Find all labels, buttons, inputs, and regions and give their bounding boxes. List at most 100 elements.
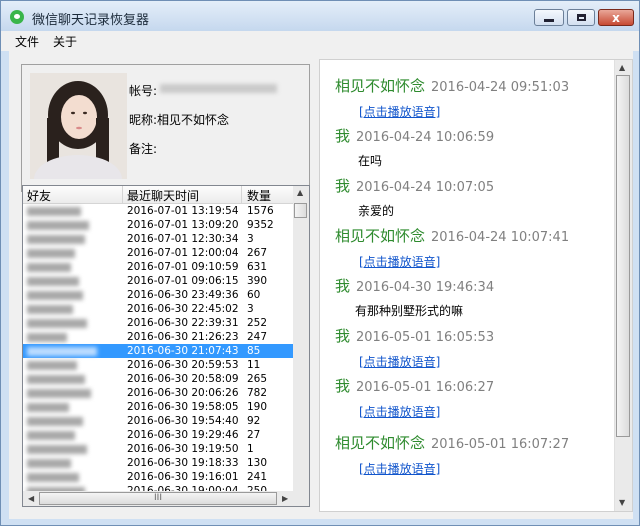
- maximize-button[interactable]: [567, 9, 595, 26]
- maximize-icon: [576, 14, 586, 21]
- friend-row[interactable]: 2016-06-30 22:39:31 252: [23, 316, 293, 330]
- friend-row[interactable]: 2016-07-01 13:09:20 9352: [23, 218, 293, 232]
- title-bar: 微信聊天记录恢复器 x: [1, 1, 639, 31]
- message-sender: 我: [335, 327, 351, 345]
- friend-row[interactable]: 2016-07-01 09:10:59 631: [23, 260, 293, 274]
- play-voice-link[interactable]: [点击播放语音]: [359, 403, 440, 420]
- friend-row[interactable]: 2016-06-30 21:26:23 247: [23, 330, 293, 344]
- account-id-blurred: [160, 84, 277, 93]
- friends-vertical-scrollbar[interactable]: ▲: [293, 186, 309, 491]
- friend-row[interactable]: 2016-06-30 20:59:53 11: [23, 358, 293, 372]
- scroll-thumb[interactable]: [616, 75, 630, 437]
- friend-name-blurred: [27, 333, 67, 342]
- scroll-up-icon[interactable]: ▲: [619, 63, 625, 72]
- scroll-down-icon[interactable]: ▼: [619, 498, 625, 507]
- friend-last-chat-time: 2016-06-30 22:39:31: [127, 317, 239, 329]
- friend-last-chat-time: 2016-06-30 20:59:53: [127, 359, 239, 371]
- scroll-right-icon[interactable]: ▶: [282, 494, 288, 503]
- play-voice-link[interactable]: [点击播放语音]: [359, 460, 440, 477]
- friend-last-chat-time: 2016-07-01 13:19:54: [127, 205, 239, 217]
- friend-message-count: 27: [247, 429, 261, 441]
- friend-row[interactable]: 2016-07-01 13:19:54 1576: [23, 204, 293, 218]
- friend-message-count: 241: [247, 471, 268, 483]
- friend-message-count: 267: [247, 247, 268, 259]
- minimize-button[interactable]: [534, 9, 564, 26]
- scroll-thumb[interactable]: [294, 203, 307, 218]
- friend-message-count: 60: [247, 289, 261, 301]
- friend-message-count: 9352: [247, 219, 274, 231]
- chat-scrollbar[interactable]: ▲ ▼: [614, 60, 632, 511]
- nickname-value: 相见不如怀念: [157, 113, 230, 127]
- message-sender: 我: [335, 177, 351, 195]
- column-divider[interactable]: [122, 186, 123, 203]
- friend-last-chat-time: 2016-06-30 21:26:23: [127, 331, 239, 343]
- friend-row[interactable]: 2016-06-30 20:58:09 265: [23, 372, 293, 386]
- friend-row[interactable]: 2016-06-30 19:16:01 241: [23, 470, 293, 484]
- main-area: 帐号: 昵称:相见不如怀念 备注: 好友 最近聊天时间 数量 2016-07-0…: [9, 51, 633, 519]
- friend-row[interactable]: 2016-07-01 09:06:15 390: [23, 274, 293, 288]
- friend-row[interactable]: 2016-06-30 23:49:36 60: [23, 288, 293, 302]
- nickname-label: 昵称:: [129, 113, 158, 127]
- friend-row[interactable]: 2016-06-30 19:54:40 92: [23, 414, 293, 428]
- friend-message-count: 85: [247, 345, 261, 357]
- message-sender: 相见不如怀念: [335, 77, 426, 95]
- friend-last-chat-time: 2016-06-30 19:19:50: [127, 443, 239, 455]
- friend-last-chat-time: 2016-06-30 19:16:01: [127, 471, 239, 483]
- friends-list[interactable]: 好友 最近聊天时间 数量 2016-07-01 13:19:54 1576 2016…: [22, 185, 310, 507]
- friend-row[interactable]: 2016-07-01 12:30:34 3: [23, 232, 293, 246]
- friend-row[interactable]: 2016-06-30 22:45:02 3: [23, 302, 293, 316]
- friend-name-blurred: [27, 249, 75, 258]
- message-header: 相见不如怀念 2016-05-01 16:07:27: [335, 432, 569, 453]
- play-voice-link[interactable]: [点击播放语音]: [359, 103, 440, 120]
- friend-row[interactable]: 2016-06-30 19:18:33 130: [23, 456, 293, 470]
- friend-row[interactable]: 2016-06-30 19:19:50 1: [23, 442, 293, 456]
- scroll-up-icon[interactable]: ▲: [297, 188, 303, 197]
- message-sender: 我: [335, 277, 351, 295]
- menu-about[interactable]: 关于: [53, 33, 77, 50]
- column-divider[interactable]: [241, 186, 242, 203]
- friend-last-chat-time: 2016-07-01 09:10:59: [127, 261, 239, 273]
- friend-name-blurred: [27, 417, 83, 426]
- friend-row[interactable]: 2016-06-30 19:29:46 27: [23, 428, 293, 442]
- message-timestamp: 2016-05-01 16:07:27: [431, 437, 570, 452]
- friend-name-blurred: [27, 319, 87, 328]
- friend-name-blurred: [27, 431, 75, 440]
- message-timestamp: 2016-05-01 16:05:53: [356, 330, 495, 345]
- play-voice-link[interactable]: [点击播放语音]: [359, 253, 440, 270]
- friends-horizontal-scrollbar[interactable]: ◀ III ▶: [23, 491, 309, 506]
- message-timestamp: 2016-04-30 19:46:34: [356, 280, 495, 295]
- message-header: 我 2016-04-30 19:46:34: [335, 275, 494, 296]
- menu-file[interactable]: 文件: [15, 33, 39, 50]
- play-voice-link[interactable]: [点击播放语音]: [359, 353, 440, 370]
- message-timestamp: 2016-05-01 16:06:27: [356, 380, 495, 395]
- friend-row[interactable]: 2016-06-30 19:58:05 190: [23, 400, 293, 414]
- column-header-friend[interactable]: 好友: [27, 187, 51, 204]
- profile-panel: 帐号: 昵称:相见不如怀念 备注:: [21, 64, 310, 192]
- friend-name-blurred: [27, 207, 81, 216]
- friend-last-chat-time: 2016-06-30 21:07:43: [127, 345, 239, 357]
- friend-message-count: 631: [247, 261, 268, 273]
- column-header-last-chat-time[interactable]: 最近聊天时间: [127, 187, 199, 204]
- friend-name-blurred: [27, 403, 69, 412]
- scroll-left-icon[interactable]: ◀: [28, 494, 34, 503]
- friend-row[interactable]: 2016-07-01 12:00:04 267: [23, 246, 293, 260]
- app-window: 微信聊天记录恢复器 x 文件 关于 帐号: 昵称:相见不如怀念 备注: 好友 最…: [0, 0, 640, 526]
- friend-last-chat-time: 2016-06-30 19:58:05: [127, 401, 239, 413]
- column-header-count[interactable]: 数量: [247, 187, 271, 204]
- remark-label: 备注:: [129, 142, 158, 156]
- friend-name-blurred: [27, 389, 91, 398]
- wechat-app-icon: [10, 10, 24, 24]
- friend-row-selected[interactable]: 2016-06-30 21:07:43 85: [23, 344, 293, 358]
- avatar-photo: [30, 73, 127, 179]
- window-title: 微信聊天记录恢复器: [32, 13, 150, 28]
- message-header: 我 2016-04-24 10:07:05: [335, 175, 494, 196]
- friend-last-chat-time: 2016-07-01 12:00:04: [127, 247, 239, 259]
- friend-row[interactable]: 2016-06-30 20:06:26 782: [23, 386, 293, 400]
- close-button[interactable]: x: [598, 9, 634, 26]
- friends-list-header: 好友 最近聊天时间 数量: [23, 186, 293, 204]
- message-header: 我 2016-04-24 10:06:59: [335, 125, 494, 146]
- scroll-thumb[interactable]: III: [39, 492, 277, 505]
- friend-name-blurred: [27, 263, 71, 272]
- message-timestamp: 2016-04-24 09:51:03: [431, 80, 570, 95]
- friend-name-blurred: [27, 473, 79, 482]
